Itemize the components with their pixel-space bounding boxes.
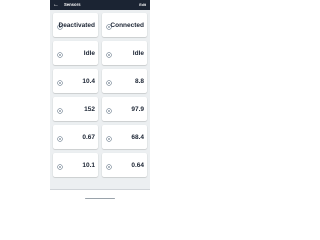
sensor-card-value: 152 xyxy=(84,106,95,113)
sensor-card[interactable]: 10.1 xyxy=(53,153,98,177)
edit-button[interactable]: Edit xyxy=(139,2,146,8)
sensor-icon xyxy=(57,136,63,142)
sensor-card-value: Connected xyxy=(110,22,144,29)
sensor-card-value: 8.8 xyxy=(134,78,144,85)
sensor-card[interactable]: 152 xyxy=(53,97,98,121)
sensor-card[interactable]: Idle xyxy=(102,41,147,65)
sensor-card[interactable]: 0.67 xyxy=(53,125,98,149)
sensor-card-value: 97.9 xyxy=(131,106,144,113)
sensor-card-value: Idle xyxy=(83,50,95,57)
sensor-icon xyxy=(57,108,63,114)
sensor-card-value: Idle xyxy=(132,50,144,57)
sensor-icon xyxy=(106,108,112,114)
sensor-card[interactable]: 8.8 xyxy=(102,69,147,93)
sensor-card-value: 0.67 xyxy=(82,134,95,141)
app-bar: ← Sensors Edit xyxy=(50,0,150,10)
sensor-card-value: Deactivated xyxy=(58,22,96,29)
sensor-card-value: 0.64 xyxy=(131,162,144,169)
sensor-card[interactable]: 68.4 xyxy=(102,125,147,149)
sensor-card[interactable]: 10.4 xyxy=(53,69,98,93)
home-indicator xyxy=(85,197,115,199)
sensor-icon xyxy=(106,80,112,86)
sensor-icon xyxy=(57,80,63,86)
back-arrow-icon[interactable]: ← xyxy=(53,1,59,9)
sensor-icon xyxy=(57,52,63,58)
sensor-card-value: 10.1 xyxy=(82,162,95,169)
sensor-card[interactable]: 0.64 xyxy=(102,153,147,177)
sensor-icon xyxy=(57,164,63,170)
sensor-icon xyxy=(106,164,112,170)
sensor-icon xyxy=(106,136,112,142)
sensor-card[interactable]: 97.9 xyxy=(102,97,147,121)
phone-screen: ← Sensors Edit Deactivated Connected Idle I… xyxy=(50,0,150,200)
sensor-card-value: 10.4 xyxy=(82,78,95,85)
page-title: Sensors xyxy=(64,2,81,7)
sensor-card[interactable]: Deactivated xyxy=(53,13,98,37)
sensor-icon xyxy=(106,52,112,58)
sensor-card-value: 68.4 xyxy=(131,134,144,141)
sensor-card[interactable]: Idle xyxy=(53,41,98,65)
bottom-bar xyxy=(50,189,150,200)
sensor-grid: Deactivated Connected Idle Idle 10.4 8.8 152 97… xyxy=(53,13,147,177)
sensor-card[interactable]: Connected xyxy=(102,13,147,37)
